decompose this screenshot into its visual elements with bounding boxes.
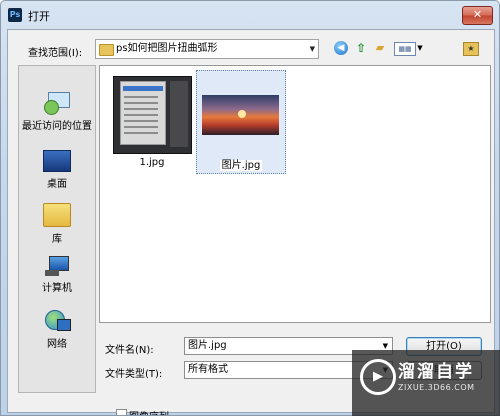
place-label: 桌面 bbox=[47, 179, 67, 190]
watermark: ▶ 溜溜自学 ZIXUE.3D66.COM bbox=[352, 350, 500, 416]
place-label: 库 bbox=[52, 234, 62, 245]
desktop-icon bbox=[43, 150, 71, 172]
folder-icon bbox=[99, 44, 114, 56]
dialog-title: 打开 bbox=[28, 10, 50, 23]
up-folder-icon[interactable]: ⇧ bbox=[354, 40, 368, 56]
file-name: 1.jpg bbox=[139, 157, 165, 168]
network-icon bbox=[45, 310, 71, 332]
close-button[interactable]: ✕ bbox=[462, 6, 493, 25]
computer-icon bbox=[45, 256, 69, 276]
place-label: 最近访问的位置 bbox=[22, 121, 92, 132]
place-network[interactable]: 网络 bbox=[19, 310, 95, 350]
library-icon bbox=[43, 203, 71, 227]
title-bar[interactable]: Ps 打开 ✕ bbox=[1, 1, 499, 29]
place-recent[interactable]: 最近访问的位置 bbox=[19, 92, 95, 132]
recent-places-icon bbox=[44, 92, 70, 115]
place-library[interactable]: 库 bbox=[19, 203, 95, 245]
look-in-value: ps如何把图片扭曲弧形 bbox=[116, 43, 218, 54]
watermark-subtitle: ZIXUE.3D66.COM bbox=[398, 383, 475, 392]
look-in-label: 查找范围(I): bbox=[28, 48, 83, 59]
chevron-down-icon: ▼ bbox=[309, 45, 315, 53]
file-item[interactable]: 1.jpg bbox=[108, 72, 196, 174]
watermark-title: 溜溜自学 bbox=[398, 362, 474, 382]
place-label: 网络 bbox=[47, 339, 67, 350]
chevron-down-icon[interactable]: ▼ bbox=[416, 40, 424, 56]
favorites-icon[interactable]: ★ bbox=[463, 42, 479, 56]
play-logo-icon: ▶ bbox=[360, 359, 396, 395]
photoshop-app-icon: Ps bbox=[8, 8, 22, 22]
look-in-dropdown[interactable]: ps如何把图片扭曲弧形 ▼ bbox=[95, 39, 319, 59]
filetype-value: 所有格式 bbox=[188, 364, 228, 375]
places-bar: 最近访问的位置 桌面 库 计算机 网络 bbox=[18, 65, 96, 393]
filename-value: 图片.jpg bbox=[188, 340, 227, 351]
file-thumbnail bbox=[202, 95, 279, 135]
place-computer[interactable]: 计算机 bbox=[19, 256, 95, 294]
file-thumbnail bbox=[113, 76, 192, 154]
file-list[interactable]: 1.jpg 图片.jpg bbox=[99, 65, 491, 323]
image-sequence-checkbox[interactable] bbox=[116, 409, 127, 415]
views-menu-icon[interactable]: ▦▦ bbox=[394, 42, 416, 56]
image-sequence-label: 图像序列 bbox=[129, 408, 169, 415]
filetype-label: 文件类型(T): bbox=[105, 369, 163, 380]
new-folder-icon[interactable]: ▰ bbox=[372, 40, 388, 56]
place-desktop[interactable]: 桌面 bbox=[19, 150, 95, 190]
filename-label: 文件名(N): bbox=[105, 345, 154, 356]
file-item[interactable]: 图片.jpg bbox=[196, 70, 286, 174]
back-icon[interactable]: ◀ bbox=[334, 41, 348, 55]
file-name: 图片.jpg bbox=[219, 160, 263, 171]
place-label: 计算机 bbox=[42, 283, 72, 294]
